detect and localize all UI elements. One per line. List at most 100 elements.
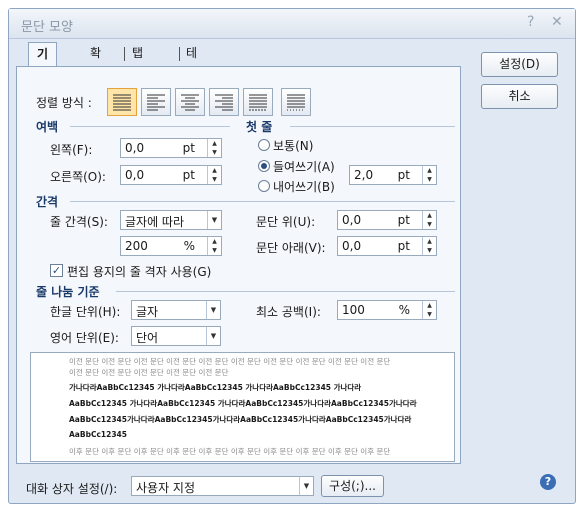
cancel-button[interactable]: 취소	[481, 84, 558, 109]
down-arrow-icon[interactable]: ▼	[208, 175, 221, 184]
spinner[interactable]: ▲ ▼	[422, 301, 436, 319]
help-icon[interactable]: ?	[540, 474, 556, 490]
left-margin-value: 0,0	[125, 141, 145, 155]
paragraph-preview: 이전 문단 이전 문단 이전 문단 이전 문단 이전 문단 이전 문단 이전 문…	[30, 352, 455, 462]
grid-checkbox-label[interactable]: 편집 용지의 줄 격자 사용(G)	[67, 263, 211, 280]
down-arrow-icon[interactable]: ▼	[423, 246, 436, 255]
left-margin-field[interactable]: 0,0 pt ▲ ▼	[120, 138, 222, 158]
preview-line: AaBbCc12345	[69, 430, 127, 439]
space-below-unit: pt	[397, 239, 410, 253]
tab-separator	[179, 47, 180, 61]
align-divide-icon	[287, 94, 305, 111]
tab-separator	[124, 47, 125, 61]
up-arrow-icon[interactable]: ▲	[208, 166, 221, 175]
space-above-field[interactable]: 0,0 pt ▲ ▼	[337, 210, 437, 230]
up-arrow-icon[interactable]: ▲	[208, 139, 221, 148]
up-arrow-icon[interactable]: ▲	[423, 301, 436, 310]
first-line-indent-radio[interactable]	[258, 160, 270, 172]
section-divider	[70, 126, 230, 127]
dialog-settings-select[interactable]: 사용자 지정 ▼	[131, 476, 314, 496]
english-unit-value: 단어	[136, 331, 159, 345]
dialog-title: 문단 모양	[21, 20, 73, 35]
first-line-value-field[interactable]: 2,0 pt ▲ ▼	[349, 165, 437, 185]
align-divide-button[interactable]	[281, 88, 311, 116]
tab-basic[interactable]: 기본	[28, 42, 58, 83]
align-justify-button[interactable]	[107, 88, 137, 116]
align-left-icon	[147, 94, 165, 111]
space-below-value: 0,0	[342, 239, 362, 253]
spinner[interactable]: ▲ ▼	[207, 139, 221, 157]
up-arrow-icon[interactable]: ▲	[423, 237, 436, 246]
right-margin-value: 0,0	[125, 168, 145, 182]
dialog-settings-label: 대화 상자 설정(/):	[26, 482, 118, 496]
preview-line: 이후 문단 이후 문단 이후 문단 이후 문단 이후 문단 이후 문단 이후 문…	[69, 447, 391, 456]
preview-line: 가나다라AaBbCc12345 가나다라AaBbCc12345 가나다라AaBb…	[69, 383, 362, 392]
align-right-button[interactable]	[209, 88, 239, 116]
first-line-normal-radio[interactable]	[258, 139, 270, 151]
line-spacing-mode-select[interactable]: 글자에 따라 ▼	[120, 210, 222, 230]
chevron-down-icon[interactable]: ▼	[299, 477, 313, 495]
align-center-button[interactable]	[175, 88, 205, 116]
align-left-button[interactable]	[141, 88, 171, 116]
spinner[interactable]: ▲ ▼	[422, 211, 436, 229]
first-line-unit: pt	[397, 168, 410, 182]
line-spacing-mode-value: 글자에 따라	[125, 215, 185, 229]
space-below-field[interactable]: 0,0 pt ▲ ▼	[337, 236, 437, 256]
right-margin-unit: pt	[182, 168, 195, 182]
left-margin-label: 왼쪽(F):	[50, 143, 93, 157]
down-arrow-icon[interactable]: ▼	[423, 220, 436, 229]
first-line-indent-label[interactable]: 들여쓰기(A)	[273, 158, 335, 175]
first-line-outdent-label[interactable]: 내어쓰기(B)	[273, 178, 335, 195]
line-spacing-label: 줄 간격(S):	[50, 215, 108, 229]
ok-button[interactable]: 설정(D)	[481, 52, 558, 77]
up-arrow-icon[interactable]: ▲	[423, 166, 436, 175]
up-arrow-icon[interactable]: ▲	[423, 211, 436, 220]
preview-line: AaBbCc12345 가나다라AaBbCc12345 가나다라AaBbCc12…	[69, 399, 417, 408]
line-spacing-unit: %	[183, 239, 195, 253]
min-space-value: 100	[342, 303, 365, 317]
down-arrow-icon[interactable]: ▼	[208, 148, 221, 157]
english-unit-label: 영어 단위(E):	[50, 331, 119, 345]
english-unit-select[interactable]: 단어 ▼	[131, 326, 221, 346]
align-justify-icon	[113, 94, 131, 111]
tab-extended[interactable]: 확장	[90, 42, 101, 82]
up-arrow-icon[interactable]: ▲	[208, 237, 221, 246]
spinner[interactable]: ▲ ▼	[422, 237, 436, 255]
chevron-down-icon[interactable]: ▼	[207, 211, 221, 229]
preview-line: 이전 문단 이전 문단 이전 문단 이전 문단 이전 문단 이전 문단 이전 문…	[69, 357, 391, 366]
min-space-field[interactable]: 100 % ▲ ▼	[337, 300, 437, 320]
right-margin-field[interactable]: 0,0 pt ▲ ▼	[120, 165, 222, 185]
down-arrow-icon[interactable]: ▼	[423, 175, 436, 184]
chevron-down-icon[interactable]: ▼	[206, 327, 220, 345]
preview-line: AaBbCc12345가나다라AaBbCc12345가나다라AaBbCc1234…	[69, 415, 412, 424]
spinner[interactable]: ▲ ▼	[207, 166, 221, 184]
hangul-unit-label: 한글 단위(H):	[50, 305, 121, 319]
grid-checkbox[interactable]: ✓	[50, 264, 63, 277]
align-label: 정렬 방식 :	[36, 96, 92, 110]
spinner[interactable]: ▲ ▼	[207, 237, 221, 255]
min-space-unit: %	[398, 303, 410, 317]
close-icon[interactable]: ✕	[551, 14, 563, 30]
chevron-down-icon[interactable]: ▼	[206, 301, 220, 319]
tab-tab-settings[interactable]: 탭 설정	[132, 42, 143, 104]
left-margin-unit: pt	[182, 141, 195, 155]
title-bar: 문단 모양 ? ✕	[9, 9, 575, 39]
down-arrow-icon[interactable]: ▼	[208, 246, 221, 255]
linebreak-section-title: 줄 나눔 기준	[36, 285, 100, 299]
preview-line: 이전 문단 이전 문단 이전 문단 이전 문단 이전 문단	[69, 368, 229, 377]
min-space-label: 최소 공백(I):	[256, 305, 321, 319]
space-above-value: 0,0	[342, 213, 362, 227]
line-spacing-value-field[interactable]: 200 % ▲ ▼	[120, 236, 222, 256]
config-button[interactable]: 구성(;)...	[321, 475, 384, 497]
hangul-unit-select[interactable]: 글자 ▼	[131, 300, 221, 320]
first-line-outdent-radio[interactable]	[258, 180, 270, 192]
first-line-normal-label[interactable]: 보통(N)	[273, 137, 313, 154]
tab-border-background[interactable]: 테두리/배경	[186, 42, 201, 148]
align-distribute-button[interactable]	[243, 88, 273, 116]
down-arrow-icon[interactable]: ▼	[423, 310, 436, 319]
first-line-section-title: 첫 줄	[246, 120, 273, 134]
spinner[interactable]: ▲ ▼	[422, 166, 436, 184]
help-icon[interactable]: ?	[527, 14, 534, 30]
right-margin-label: 오른쪽(O):	[50, 170, 106, 184]
section-divider	[290, 126, 455, 127]
